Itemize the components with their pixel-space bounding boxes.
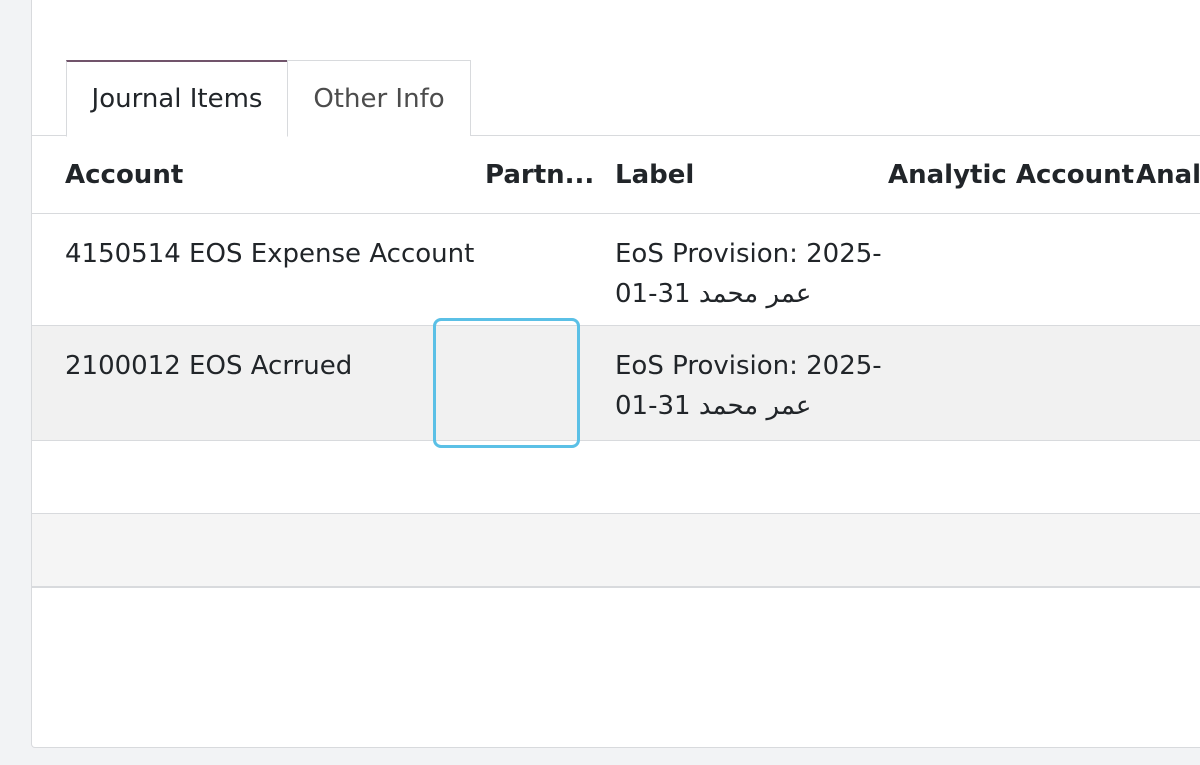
analytic-account-cell[interactable] — [888, 325, 1136, 441]
label-cell[interactable]: EoS Provision: 2025- 01-31 عمر محمد — [615, 213, 888, 326]
tab-journal-items[interactable]: Journal Items — [66, 60, 288, 137]
journal-items-table: Account Partn... Label Analytic Account … — [32, 136, 1200, 588]
label-line-1: EoS Provision: 2025- — [615, 351, 882, 381]
account-value: 4150514 EOS Expense Account — [65, 239, 475, 269]
partner-cell[interactable] — [485, 213, 615, 326]
label-cell[interactable]: EoS Provision: 2025- 01-31 عمر محمد — [615, 325, 888, 441]
partner-cell-focus-highlight — [433, 318, 580, 448]
label-value: EoS Provision: 2025- 01-31 عمر محمد — [615, 326, 888, 426]
column-header-partner[interactable]: Partn... — [485, 136, 615, 214]
table-row[interactable]: 4150514 EOS Expense Account EoS Provisio… — [32, 213, 1200, 326]
label-line-2: 01-31 عمر محمد — [615, 279, 812, 309]
column-header-analytic-account[interactable]: Analytic Account — [888, 136, 1136, 214]
column-header-analytic-distribution[interactable]: Analytic — [1136, 136, 1200, 214]
column-header-analytic-distribution-label: Analytic — [1136, 159, 1200, 190]
tab-other-info[interactable]: Other Info — [287, 60, 471, 136]
account-cell[interactable]: 2100012 EOS Acrrued — [32, 325, 485, 441]
analytic-account-cell[interactable] — [888, 213, 1136, 326]
partner-value — [485, 214, 615, 234]
account-value: 2100012 EOS Acrrued — [65, 351, 353, 381]
column-header-analytic-account-label: Analytic Account — [888, 159, 1135, 190]
label-line-1: EoS Provision: 2025- — [615, 239, 882, 269]
label-line-2: 01-31 عمر محمد — [615, 391, 812, 421]
column-header-label[interactable]: Label — [615, 136, 888, 214]
empty-row — [32, 440, 1200, 514]
table-row[interactable]: 2100012 EOS Acrrued EoS Provision: 2025-… — [32, 325, 1200, 441]
form-sheet: Journal Items Other Info Account Partn..… — [31, 0, 1200, 748]
column-header-account-label: Account — [65, 159, 184, 190]
empty-row — [32, 513, 1200, 588]
notebook-tabs: Journal Items Other Info — [32, 60, 1200, 137]
column-header-account[interactable]: Account — [32, 136, 485, 214]
label-value: EoS Provision: 2025- 01-31 عمر محمد — [615, 214, 888, 314]
column-header-partner-label: Partn... — [485, 159, 595, 190]
table-header-row: Account Partn... Label Analytic Account … — [32, 136, 1200, 214]
analytic-distribution-cell[interactable] — [1136, 213, 1200, 326]
column-header-label-label: Label — [615, 159, 695, 190]
account-cell[interactable]: 4150514 EOS Expense Account — [32, 213, 485, 326]
analytic-distribution-cell[interactable] — [1136, 325, 1200, 441]
